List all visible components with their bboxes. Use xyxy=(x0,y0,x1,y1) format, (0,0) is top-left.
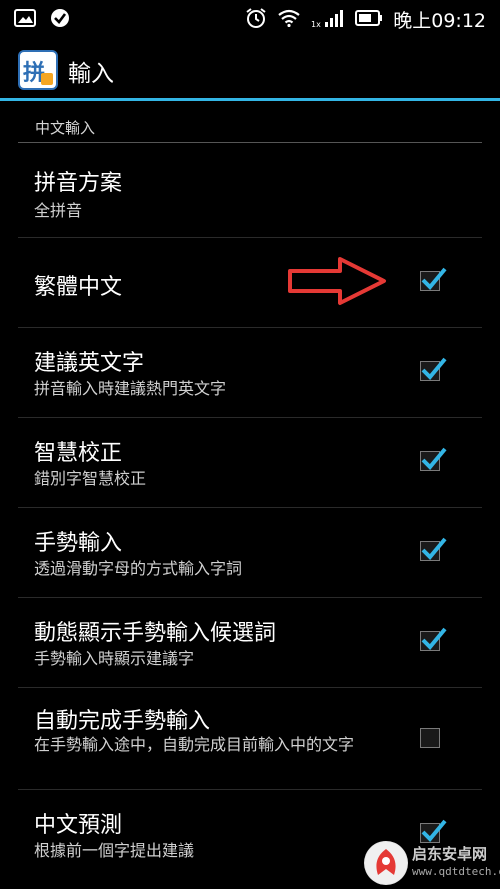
image-icon xyxy=(14,9,36,31)
checkmark-icon xyxy=(421,447,447,470)
app-bar-divider xyxy=(0,98,500,101)
watermark: 启东安卓网 www.qdtdtech.com xyxy=(364,841,500,885)
page-title: 輸入 xyxy=(68,61,114,87)
setting-subtitle: 全拼音 xyxy=(34,201,83,220)
setting-suggest-english[interactable]: 建議英文字 拼音輸入時建議熱門英文字 xyxy=(18,327,482,418)
setting-subtitle: 拼音輸入時建議熱門英文字 xyxy=(34,379,227,398)
checkbox[interactable] xyxy=(420,357,447,381)
setting-gesture-autocomplete[interactable]: 自動完成手勢輸入 在手勢輸入途中，自動完成目前輸入中的文字 xyxy=(18,687,482,790)
checkmark-icon xyxy=(421,267,447,290)
checkbox[interactable] xyxy=(420,728,440,748)
setting-title: 手勢輸入 xyxy=(34,531,123,556)
alarm-icon xyxy=(245,7,267,33)
setting-smart-correction[interactable]: 智慧校正 錯別字智慧校正 xyxy=(18,417,482,508)
setting-subtitle: 手勢輸入時顯示建議字 xyxy=(34,649,195,668)
check-circle-icon xyxy=(50,8,70,32)
section-header-label: 中文輸入 xyxy=(35,119,96,137)
setting-title: 拼音方案 xyxy=(34,171,123,196)
clock-time: 晚上09:12 xyxy=(393,10,486,32)
setting-gesture-input[interactable]: 手勢輸入 透過滑動字母的方式輸入字詞 xyxy=(18,507,482,598)
setting-title: 中文預測 xyxy=(34,813,123,838)
svg-text:1x: 1x xyxy=(311,20,321,28)
setting-title: 自動完成手勢輸入 xyxy=(34,709,211,734)
setting-traditional-chinese[interactable]: 繁體中文 xyxy=(18,237,482,328)
checkbox[interactable] xyxy=(420,267,447,291)
setting-title: 動態顯示手勢輸入候選詞 xyxy=(34,621,277,646)
setting-subtitle: 透過滑動字母的方式輸入字詞 xyxy=(34,559,243,578)
battery-icon xyxy=(355,9,383,30)
checkmark-icon xyxy=(421,537,447,560)
wifi-icon xyxy=(277,9,301,31)
checkmark-icon xyxy=(421,819,447,842)
setting-title: 繁體中文 xyxy=(34,275,123,300)
app-bar: 拼 輸入 xyxy=(0,38,500,98)
setting-subtitle: 在手勢輸入途中，自動完成目前輸入中的文字 xyxy=(34,735,355,754)
setting-title: 建議英文字 xyxy=(34,351,145,376)
signal-icon: 1x xyxy=(311,8,345,32)
setting-subtitle: 錯別字智慧校正 xyxy=(34,469,147,488)
checkbox[interactable] xyxy=(420,447,447,471)
setting-pinyin-scheme[interactable]: 拼音方案 全拼音 xyxy=(18,145,482,238)
status-bar: 1x 晚上09:12 xyxy=(0,0,500,38)
section-header: 中文輸入 xyxy=(18,116,482,143)
checkbox[interactable] xyxy=(420,819,447,843)
watermark-url: www.qdtdtech.com xyxy=(412,865,500,878)
setting-subtitle: 根據前一個字提出建議 xyxy=(34,841,195,860)
pinyin-app-icon[interactable]: 拼 xyxy=(18,50,58,90)
checkbox[interactable] xyxy=(420,537,447,561)
red-arrow-annotation-icon xyxy=(288,257,386,305)
setting-gesture-preview[interactable]: 動態顯示手勢輸入候選詞 手勢輸入時顯示建議字 xyxy=(18,597,482,688)
setting-title: 智慧校正 xyxy=(34,441,123,466)
checkmark-icon xyxy=(421,627,447,650)
watermark-text: 启东安卓网 xyxy=(412,845,488,863)
checkbox[interactable] xyxy=(420,627,447,651)
checkmark-icon xyxy=(421,357,447,380)
watermark-logo-icon xyxy=(364,841,408,885)
